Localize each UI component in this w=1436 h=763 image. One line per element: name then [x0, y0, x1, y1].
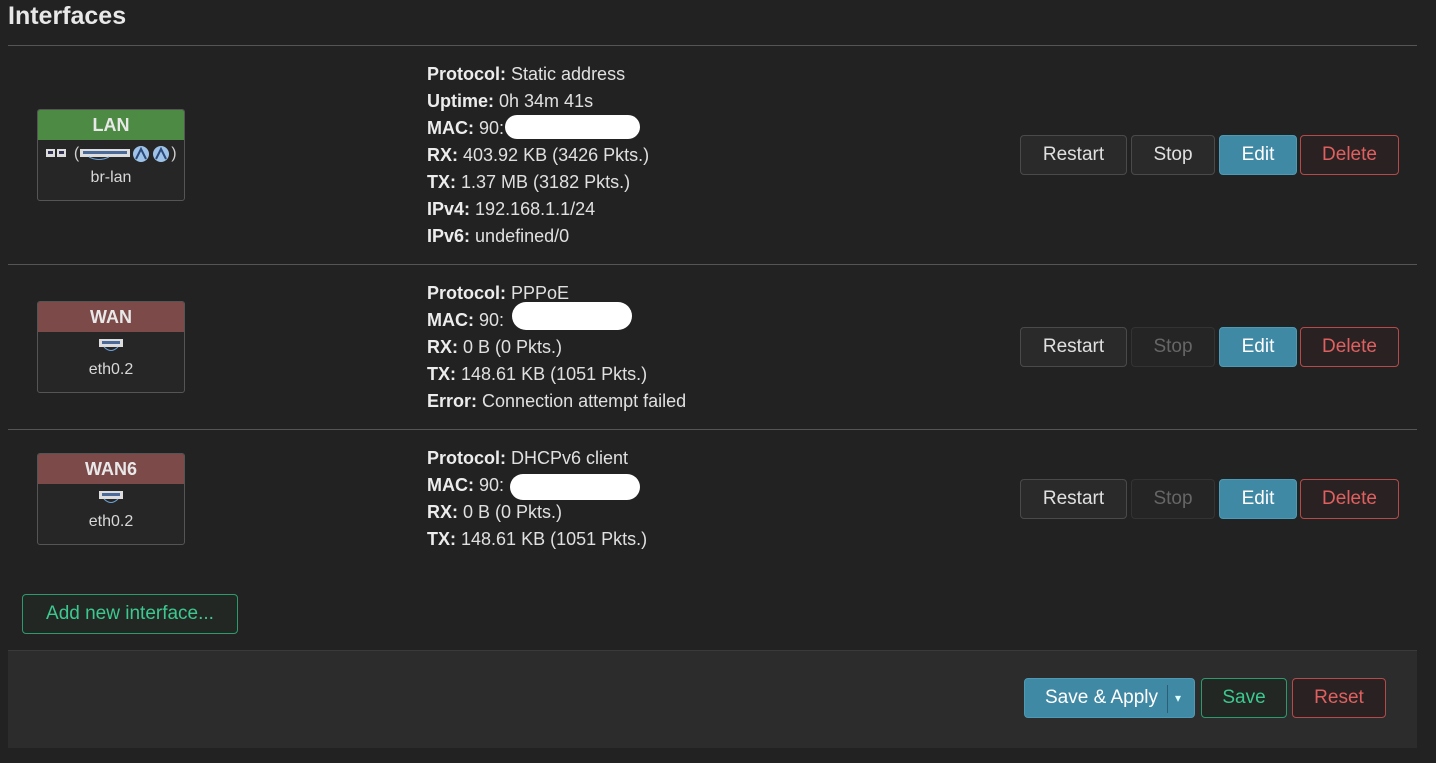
divider — [8, 264, 1417, 265]
interface-name: LAN — [38, 110, 184, 140]
detail-label: Protocol: — [427, 448, 506, 468]
detail-row: RX: 0 B (0 Pkts.) — [427, 499, 647, 526]
add-interface-button[interactable]: Add new interface... — [22, 594, 238, 634]
detail-row: RX: 403.92 KB (3426 Pkts.) — [427, 142, 649, 169]
edit-button-wan6[interactable]: Edit — [1219, 479, 1297, 519]
restart-button-wan6[interactable]: Restart — [1020, 479, 1127, 519]
detail-row: Error: Connection attempt failed — [427, 388, 686, 415]
stop-button-wan6[interactable]: Stop — [1131, 479, 1215, 519]
redaction-mark — [512, 302, 632, 330]
save-apply-label: Save & Apply — [1045, 687, 1159, 708]
delete-button-lan[interactable]: Delete — [1300, 135, 1399, 175]
device-icons: () — [38, 145, 184, 169]
detail-value: 0 B (0 Pkts.) — [463, 337, 563, 357]
detail-value: 148.61 KB (1051 Pkts.) — [461, 529, 648, 549]
interface-badge-wan: WAN eth0.2 — [37, 301, 185, 393]
detail-value: 90: — [479, 118, 505, 138]
detail-value: undefined/0 — [475, 226, 570, 246]
detail-label: RX: — [427, 145, 458, 165]
device-name: eth0.2 — [88, 513, 134, 530]
detail-value: 192.168.1.1/24 — [475, 199, 596, 219]
interface-badge-wan6: WAN6 eth0.2 — [37, 453, 185, 545]
detail-label: Protocol: — [427, 283, 506, 303]
detail-label: RX: — [427, 337, 458, 357]
detail-label: Uptime: — [427, 91, 494, 111]
detail-label: RX: — [427, 502, 458, 522]
restart-button-wan[interactable]: Restart — [1020, 327, 1127, 367]
detail-label: TX: — [427, 364, 456, 384]
ethernet-icon — [46, 149, 67, 157]
detail-value: 90: — [479, 310, 505, 330]
detail-row: Uptime: 0h 34m 41s — [427, 88, 649, 115]
interface-name: WAN — [38, 302, 184, 332]
ethernet-port-icon — [99, 491, 123, 503]
detail-value: Connection attempt failed — [482, 391, 687, 411]
interface-details-wan: Protocol: PPPoE MAC: 90: RX: 0 B (0 Pkts… — [427, 280, 686, 415]
detail-label: TX: — [427, 172, 456, 192]
detail-row: RX: 0 B (0 Pkts.) — [427, 334, 686, 361]
detail-label: TX: — [427, 529, 456, 549]
save-apply-button[interactable]: Save & Apply ▾ — [1024, 678, 1195, 718]
redaction-mark — [505, 115, 640, 139]
interface-badge-lan: LAN () br-lan — [37, 109, 185, 201]
detail-label: MAC: — [427, 475, 474, 495]
detail-value: DHCPv6 client — [511, 448, 629, 468]
ethernet-port-icon — [99, 339, 123, 351]
detail-row: Protocol: DHCPv6 client — [427, 445, 647, 472]
detail-row: TX: 148.61 KB (1051 Pkts.) — [427, 361, 686, 388]
split-separator — [1167, 685, 1168, 713]
redaction-mark — [510, 474, 640, 500]
edit-button-lan[interactable]: Edit — [1219, 135, 1297, 175]
delete-button-wan[interactable]: Delete — [1300, 327, 1399, 367]
wifi-icon — [133, 146, 150, 162]
detail-label: IPv6: — [427, 226, 471, 246]
detail-value: 148.61 KB (1051 Pkts.) — [461, 364, 648, 384]
detail-label: IPv4: — [427, 199, 471, 219]
detail-row: Protocol: Static address — [427, 61, 649, 88]
stop-button-lan[interactable]: Stop — [1131, 135, 1215, 175]
device-name: br-lan — [90, 169, 132, 186]
detail-row: TX: 148.61 KB (1051 Pkts.) — [427, 526, 647, 553]
edit-button-wan[interactable]: Edit — [1219, 327, 1297, 367]
device-icons — [38, 489, 184, 513]
page-title: Interfaces — [8, 2, 127, 30]
detail-value: 1.37 MB (3182 Pkts.) — [461, 172, 631, 192]
stop-button-wan[interactable]: Stop — [1131, 327, 1215, 367]
device-name: eth0.2 — [88, 361, 134, 378]
detail-row: IPv4: 192.168.1.1/24 — [427, 196, 649, 223]
bridge-close-paren: ) — [171, 145, 177, 163]
device-icons — [38, 337, 184, 361]
detail-label: Error: — [427, 391, 478, 411]
detail-value: 403.92 KB (3426 Pkts.) — [463, 145, 650, 165]
detail-label: MAC: — [427, 118, 474, 138]
detail-value: Static address — [511, 64, 626, 84]
save-button[interactable]: Save — [1201, 678, 1287, 718]
detail-value: 0h 34m 41s — [499, 91, 594, 111]
bridge-icon — [80, 149, 131, 160]
divider — [8, 429, 1417, 430]
interface-details-lan: Protocol: Static address Uptime: 0h 34m … — [427, 61, 649, 250]
reset-button[interactable]: Reset — [1292, 678, 1386, 718]
wifi-icon — [153, 146, 170, 162]
divider — [8, 45, 1417, 46]
interface-name: WAN6 — [38, 454, 184, 484]
detail-label: MAC: — [427, 310, 474, 330]
detail-row: TX: 1.37 MB (3182 Pkts.) — [427, 169, 649, 196]
detail-value: PPPoE — [511, 283, 570, 303]
detail-value: 90: — [479, 475, 505, 495]
detail-row: IPv6: undefined/0 — [427, 223, 649, 250]
detail-label: Protocol: — [427, 64, 506, 84]
delete-button-wan6[interactable]: Delete — [1300, 479, 1399, 519]
detail-value: 0 B (0 Pkts.) — [463, 502, 563, 522]
chevron-down-icon[interactable]: ▾ — [1175, 679, 1181, 717]
restart-button-lan[interactable]: Restart — [1020, 135, 1127, 175]
